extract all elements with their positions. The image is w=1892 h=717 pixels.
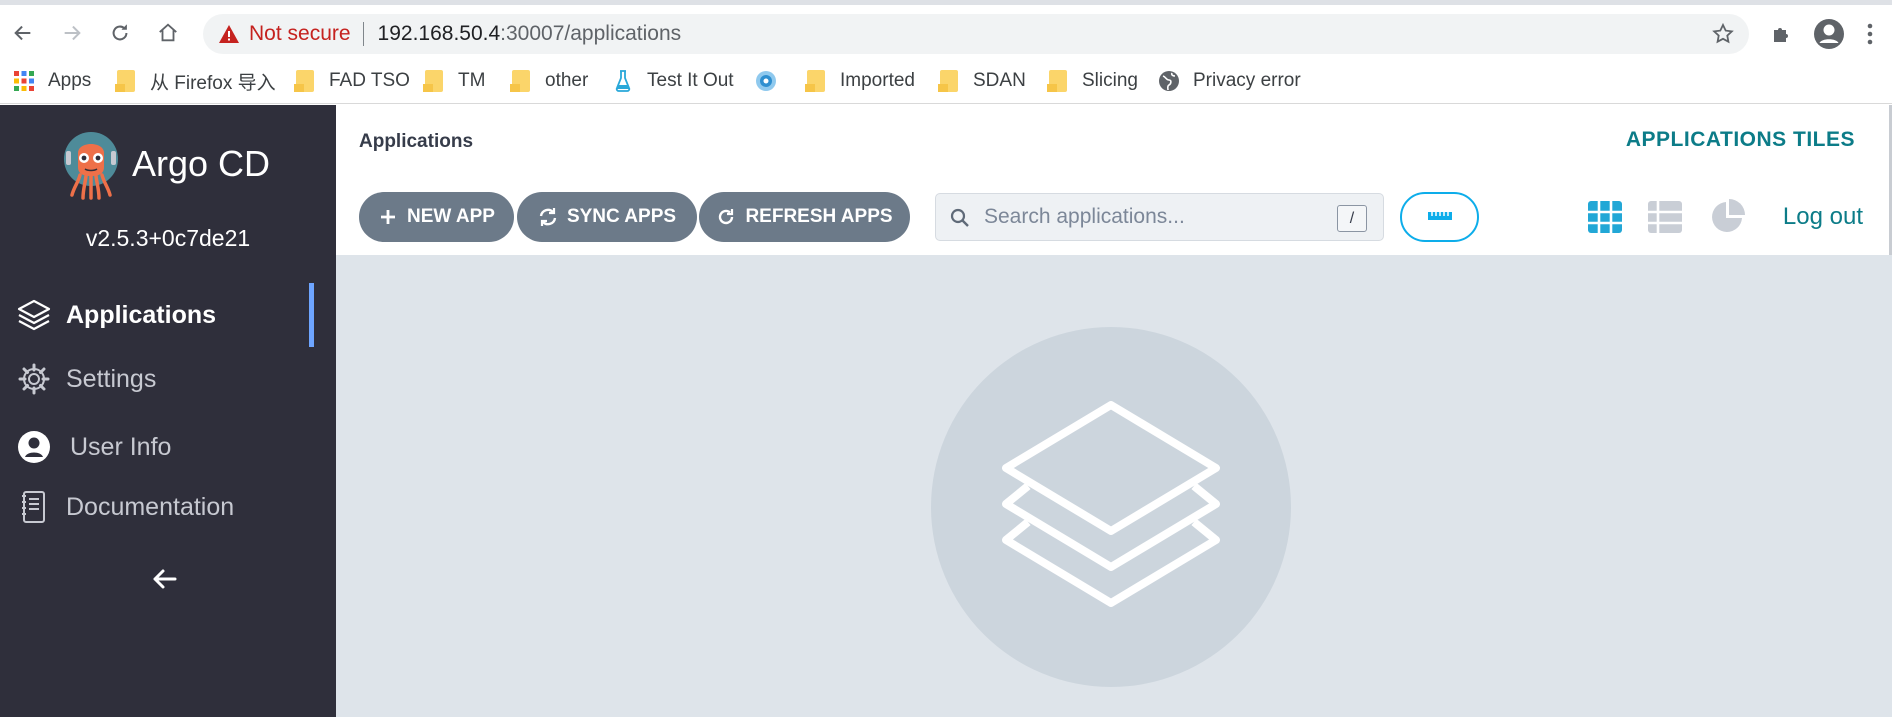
url-path: :30007/applications (500, 22, 682, 45)
extensions-icon[interactable] (1766, 18, 1798, 50)
user-icon (16, 429, 52, 465)
bookmark-folder-sdan[interactable]: SDAN (938, 66, 1026, 96)
toggle-filters-button[interactable] (1400, 192, 1479, 242)
bookmark-disc[interactable] (755, 66, 790, 96)
bookmark-label: TM (458, 70, 486, 91)
globe-icon (1158, 70, 1180, 92)
sidebar: Argo CD v2.5.3+0c7de21 Applications Sett… (0, 105, 336, 717)
breadcrumb: Applications (359, 131, 474, 152)
logout-link[interactable]: Log out (1783, 203, 1863, 231)
folder-icon (1047, 70, 1069, 92)
bookmarks-bar: Apps 从 Firefox 导入 FAD TSO TM other Test … (0, 58, 1892, 104)
button-label: REFRESH APPS (745, 206, 893, 227)
search-shortcut-hint: / (1337, 205, 1367, 232)
sync-icon (538, 207, 558, 227)
bookmark-folder-slicing[interactable]: Slicing (1047, 66, 1138, 96)
bookmark-folder-fad-tso[interactable]: FAD TSO (294, 66, 410, 96)
list-view-icon[interactable] (1646, 198, 1684, 236)
refresh-icon (716, 207, 736, 227)
refresh-apps-button[interactable]: REFRESH APPS (699, 192, 910, 242)
page-header: Applications APPLICATIONS TILES NEW APP … (336, 105, 1892, 255)
argo-logo-icon[interactable] (62, 131, 120, 203)
main-content: Applications APPLICATIONS TILES NEW APP … (336, 105, 1892, 717)
tiles-view-icon[interactable] (1586, 198, 1624, 236)
warning-icon[interactable] (217, 22, 241, 46)
book-icon (16, 489, 52, 525)
folder-icon (938, 70, 960, 92)
bookmark-label: SDAN (973, 70, 1026, 91)
folder-icon (423, 70, 445, 92)
bookmark-label: Privacy error (1193, 70, 1301, 91)
disc-icon (755, 70, 777, 92)
button-label: SYNC APPS (566, 206, 677, 227)
layers-icon (996, 395, 1226, 620)
flask-icon (612, 70, 634, 92)
address-bar[interactable]: Not secure 192.168.50.4:30007/applicatio… (203, 14, 1749, 54)
sidebar-item-documentation[interactable]: Documentation (0, 481, 336, 533)
forward-icon[interactable] (57, 18, 87, 48)
folder-icon (115, 70, 137, 92)
security-status[interactable]: Not secure (249, 22, 351, 46)
search-icon (950, 208, 970, 228)
bookmark-label: other (545, 70, 589, 91)
collapse-sidebar-arrow-icon[interactable] (148, 563, 180, 595)
bookmark-folder-tm[interactable]: TM (423, 66, 485, 96)
sidebar-item-label: Documentation (66, 492, 235, 521)
search-input[interactable] (984, 202, 1314, 232)
apps-grid-icon (13, 70, 35, 92)
home-icon[interactable] (153, 18, 183, 48)
sidebar-item-label: User Info (70, 432, 172, 461)
folder-icon (510, 70, 532, 92)
ruler-icon (1427, 208, 1453, 227)
plus-icon (378, 207, 398, 227)
new-app-button[interactable]: NEW APP (359, 192, 514, 242)
reload-icon[interactable] (105, 18, 135, 48)
sidebar-item-label: Applications (66, 300, 217, 329)
bookmark-label: Apps (48, 70, 92, 91)
sync-apps-button[interactable]: SYNC APPS (517, 192, 697, 242)
bookmark-test-it-out[interactable]: Test It Out (612, 66, 734, 96)
bookmark-label: Imported (840, 70, 915, 91)
back-icon[interactable] (8, 18, 38, 48)
layers-icon (16, 297, 52, 333)
bookmark-label: Test It Out (647, 70, 734, 91)
sidebar-item-label: Settings (66, 364, 157, 393)
folder-icon (805, 70, 827, 92)
empty-state-illustration (931, 327, 1291, 687)
brand-name: Argo CD (132, 143, 271, 184)
bookmark-apps[interactable]: Apps (13, 66, 91, 96)
bookmark-folder-imported[interactable]: Imported (805, 66, 915, 96)
search-box: / (935, 193, 1384, 241)
bookmark-label: FAD TSO (329, 70, 410, 91)
folder-icon (294, 70, 316, 92)
bookmark-label: 从 Firefox 导入 (150, 72, 276, 94)
divider (362, 22, 364, 46)
button-label: NEW APP (407, 206, 495, 227)
view-title: APPLICATIONS TILES (1625, 128, 1855, 151)
bookmark-label: Slicing (1082, 70, 1138, 91)
bookmark-folder-firefox[interactable]: 从 Firefox 导入 (115, 66, 276, 96)
url-host: 192.168.50.4 (377, 22, 501, 45)
bookmark-folder-other[interactable]: other (510, 66, 588, 96)
profile-avatar-icon[interactable] (1813, 18, 1845, 50)
app-version: v2.5.3+0c7de21 (85, 225, 251, 251)
sidebar-item-settings[interactable]: Settings (0, 353, 336, 405)
sidebar-item-applications[interactable]: Applications (0, 289, 336, 341)
bookmark-privacy-error[interactable]: Privacy error (1158, 66, 1301, 96)
browser-toolbar: Not secure 192.168.50.4:30007/applicatio… (0, 0, 1892, 58)
gear-icon (16, 361, 52, 397)
menu-kebab-icon[interactable] (1862, 18, 1878, 50)
sidebar-item-user-info[interactable]: User Info (0, 421, 336, 473)
summary-view-pie-icon[interactable] (1708, 198, 1746, 236)
bookmark-star-icon[interactable] (1711, 22, 1735, 46)
